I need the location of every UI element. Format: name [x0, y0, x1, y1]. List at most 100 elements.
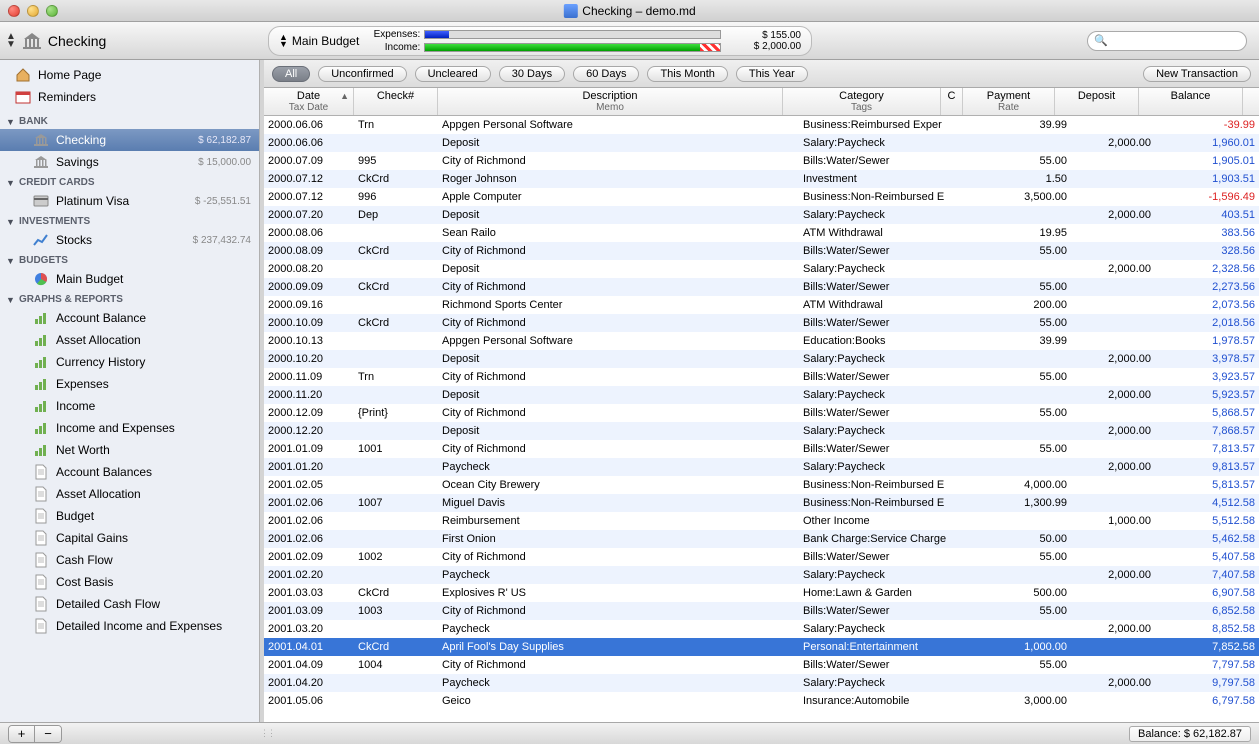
sidebar-item[interactable]: Budget	[0, 505, 259, 527]
transaction-row[interactable]: 2001.02.061007Miguel DavisBusiness:Non-R…	[264, 494, 1259, 512]
filter-pill[interactable]: All	[272, 66, 310, 82]
transaction-row[interactable]: 2000.08.09CkCrdCity of RichmondBills:Wat…	[264, 242, 1259, 260]
sidebar-section-header[interactable]: ▼BUDGETS	[0, 251, 259, 268]
transaction-row[interactable]: 2000.08.20DepositSalary:Paycheck2,000.00…	[264, 260, 1259, 278]
filter-pill[interactable]: This Month	[647, 66, 727, 82]
transaction-row[interactable]: 2000.06.06DepositSalary:Paycheck2,000.00…	[264, 134, 1259, 152]
account-selector[interactable]: ▲▼ Checking	[0, 32, 260, 50]
transaction-row[interactable]: 2000.12.20DepositSalary:Paycheck2,000.00…	[264, 422, 1259, 440]
sidebar-item[interactable]: Savings$ 15,000.00	[0, 151, 259, 173]
sidebar-item[interactable]: Income	[0, 395, 259, 417]
transaction-row[interactable]: 2001.03.091003City of RichmondBills:Wate…	[264, 602, 1259, 620]
cell-description: City of Richmond	[438, 371, 799, 383]
cell-description: First Onion	[438, 533, 799, 545]
sidebar-item-label: Expenses	[56, 377, 251, 391]
column-check[interactable]: Check#	[354, 88, 438, 115]
transaction-row[interactable]: 2000.11.20DepositSalary:Paycheck2,000.00…	[264, 386, 1259, 404]
transaction-row[interactable]: 2001.02.05Ocean City BreweryBusiness:Non…	[264, 476, 1259, 494]
sidebar-item[interactable]: Detailed Income and Expenses	[0, 615, 259, 637]
search-field[interactable]: 🔍	[1087, 31, 1247, 51]
budget-box[interactable]: ▲▼ Main Budget Expenses: Income: $ 155.0…	[268, 26, 812, 56]
sidebar-item[interactable]: Capital Gains	[0, 527, 259, 549]
sidebar-item[interactable]: Cash Flow	[0, 549, 259, 571]
filter-pill[interactable]: This Year	[736, 66, 808, 82]
transaction-row[interactable]: 2000.08.06Sean RailoATM Withdrawal19.953…	[264, 224, 1259, 242]
sidebar-item[interactable]: Asset Allocation	[0, 483, 259, 505]
add-remove-buttons: + −	[8, 725, 62, 743]
sidebar-item[interactable]: Account Balances	[0, 461, 259, 483]
transaction-row[interactable]: 2000.07.09995City of RichmondBills:Water…	[264, 152, 1259, 170]
column-payment[interactable]: PaymentRate	[963, 88, 1055, 115]
transaction-row[interactable]: 2001.04.091004City of RichmondBills:Wate…	[264, 656, 1259, 674]
splitter-grip-icon[interactable]: ⋮⋮	[260, 728, 274, 739]
sidebar-item[interactable]: Stocks$ 237,432.74	[0, 229, 259, 251]
transaction-row[interactable]: 2001.03.20PaycheckSalary:Paycheck2,000.0…	[264, 620, 1259, 638]
sidebar-item[interactable]: Asset Allocation	[0, 329, 259, 351]
sidebar-item[interactable]: Checking$ 62,182.87	[0, 129, 259, 151]
sidebar-section-header[interactable]: ▼INVESTMENTS	[0, 212, 259, 229]
search-input[interactable]	[1112, 35, 1254, 47]
sidebar-item[interactable]: Platinum Visa$ -25,551.51	[0, 190, 259, 212]
sidebar-item[interactable]: Main Budget	[0, 268, 259, 290]
cell-deposit: 2,000.00	[1071, 569, 1155, 581]
transaction-row[interactable]: 2000.09.16Richmond Sports CenterATM With…	[264, 296, 1259, 314]
transaction-row[interactable]: 2000.12.09{Print}City of RichmondBills:W…	[264, 404, 1259, 422]
transaction-row[interactable]: 2000.10.13Appgen Personal SoftwareEducat…	[264, 332, 1259, 350]
column-deposit[interactable]: Deposit	[1055, 88, 1139, 115]
cell-payment: 200.00	[979, 299, 1071, 311]
filter-pill[interactable]: 30 Days	[499, 66, 565, 82]
column-category[interactable]: CategoryTags	[783, 88, 941, 115]
sidebar-reminders[interactable]: Reminders	[0, 86, 259, 108]
sidebar-section-header[interactable]: ▼BANK	[0, 112, 259, 129]
transaction-row[interactable]: 2001.02.20PaycheckSalary:Paycheck2,000.0…	[264, 566, 1259, 584]
transaction-row[interactable]: 2001.02.06First OnionBank Charge:Service…	[264, 530, 1259, 548]
sidebar-item[interactable]: Net Worth	[0, 439, 259, 461]
cell-description: Miguel Davis	[438, 497, 799, 509]
transaction-row[interactable]: 2000.10.09CkCrdCity of RichmondBills:Wat…	[264, 314, 1259, 332]
cell-description: Deposit	[438, 263, 799, 275]
transaction-row[interactable]: 2001.04.01CkCrdApril Fool's Day Supplies…	[264, 638, 1259, 656]
transaction-row[interactable]: 2001.02.06ReimbursementOther Income1,000…	[264, 512, 1259, 530]
transaction-row[interactable]: 2000.09.09CkCrdCity of RichmondBills:Wat…	[264, 278, 1259, 296]
cell-check: Trn	[354, 119, 438, 131]
transaction-row[interactable]: 2001.01.091001City of RichmondBills:Wate…	[264, 440, 1259, 458]
transaction-row[interactable]: 2001.01.20PaycheckSalary:Paycheck2,000.0…	[264, 458, 1259, 476]
section-label: GRAPHS & REPORTS	[19, 294, 123, 305]
remove-button[interactable]: −	[35, 726, 61, 742]
transaction-row[interactable]: 2000.07.20DepDepositSalary:Paycheck2,000…	[264, 206, 1259, 224]
sidebar-home[interactable]: Home Page	[0, 64, 259, 86]
sidebar-item[interactable]: Expenses	[0, 373, 259, 395]
add-button[interactable]: +	[9, 726, 35, 742]
transaction-row[interactable]: 2001.03.03CkCrdExplosives R' USHome:Lawn…	[264, 584, 1259, 602]
sidebar-item-label: Asset Allocation	[56, 333, 251, 347]
sidebar-section-header[interactable]: ▼CREDIT CARDS	[0, 173, 259, 190]
sidebar-item[interactable]: Income and Expenses	[0, 417, 259, 439]
filter-pill[interactable]: Uncleared	[415, 66, 491, 82]
transaction-table[interactable]: 2000.06.06TrnAppgen Personal SoftwareBus…	[264, 116, 1259, 722]
transaction-row[interactable]: 2000.06.06TrnAppgen Personal SoftwareBus…	[264, 116, 1259, 134]
column-cleared[interactable]: C	[941, 88, 963, 115]
column-description[interactable]: DescriptionMemo	[438, 88, 783, 115]
transaction-row[interactable]: 2001.04.20PaycheckSalary:Paycheck2,000.0…	[264, 674, 1259, 692]
transaction-row[interactable]: 2000.11.09TrnCity of RichmondBills:Water…	[264, 368, 1259, 386]
income-amount: $ 2,000.00	[731, 41, 801, 52]
transaction-row[interactable]: 2001.05.06GeicoInsurance:Automobile3,000…	[264, 692, 1259, 710]
transaction-row[interactable]: 2000.10.20DepositSalary:Paycheck2,000.00…	[264, 350, 1259, 368]
filter-pill[interactable]: 60 Days	[573, 66, 639, 82]
column-balance[interactable]: Balance	[1139, 88, 1243, 115]
sidebar-section-header[interactable]: ▼GRAPHS & REPORTS	[0, 290, 259, 307]
sidebar-item[interactable]: Cost Basis	[0, 571, 259, 593]
transaction-row[interactable]: 2001.02.091002City of RichmondBills:Wate…	[264, 548, 1259, 566]
sidebar-item[interactable]: Detailed Cash Flow	[0, 593, 259, 615]
transaction-row[interactable]: 2000.07.12996Apple ComputerBusiness:Non-…	[264, 188, 1259, 206]
column-date[interactable]: Date ▲ Tax Date	[264, 88, 354, 115]
zoom-window-button[interactable]	[46, 5, 58, 17]
close-window-button[interactable]	[8, 5, 20, 17]
sidebar-item[interactable]: Currency History	[0, 351, 259, 373]
sidebar-item[interactable]: Account Balance	[0, 307, 259, 329]
cell-date: 2001.03.03	[264, 587, 354, 599]
minimize-window-button[interactable]	[27, 5, 39, 17]
transaction-row[interactable]: 2000.07.12CkCrdRoger JohnsonInvestment1.…	[264, 170, 1259, 188]
new-transaction-button[interactable]: New Transaction	[1143, 66, 1251, 82]
filter-pill[interactable]: Unconfirmed	[318, 66, 406, 82]
